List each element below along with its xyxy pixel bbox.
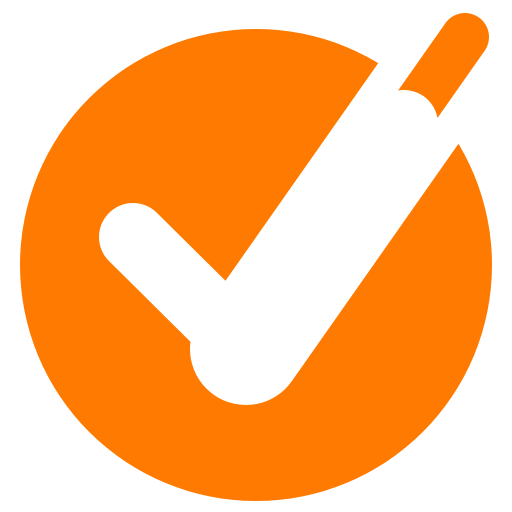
check-circle-icon [20,13,492,501]
check-circle-logo [0,0,512,512]
